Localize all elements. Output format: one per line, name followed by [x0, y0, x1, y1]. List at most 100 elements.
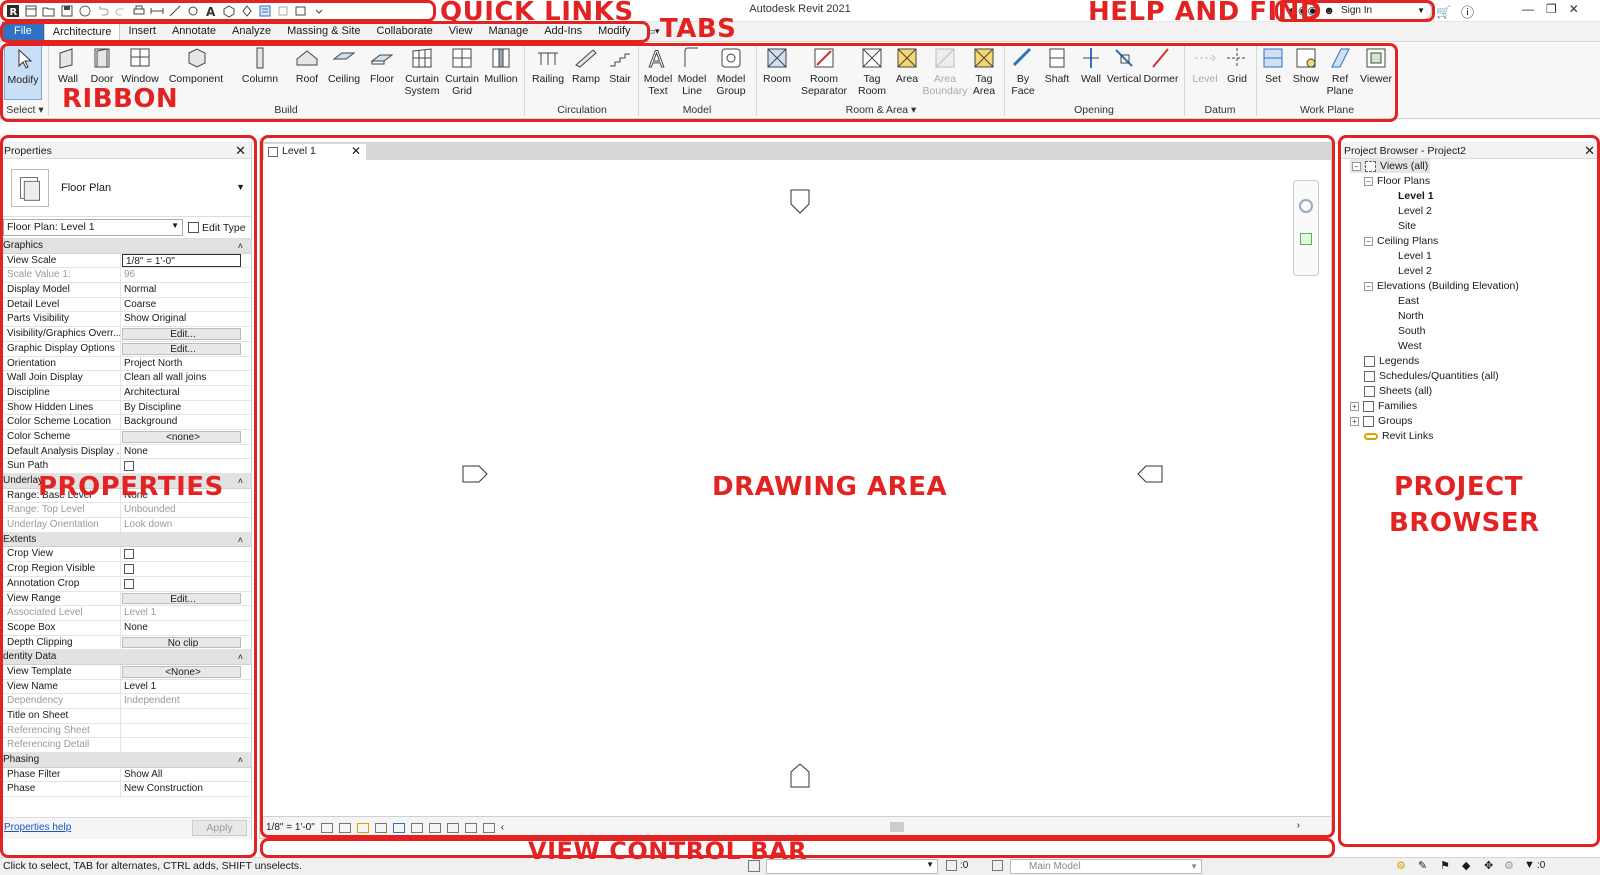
select-pinned-icon[interactable]: ⚑ [1440, 859, 1450, 872]
table-row[interactable]: Show Hidden Lines By Discipline [0, 400, 251, 416]
by-face-button[interactable]: By Face [1008, 45, 1038, 97]
color-scheme-button[interactable]: <none> [122, 430, 241, 443]
tree-elevation-north[interactable]: North [1398, 309, 1424, 323]
stair-button[interactable]: Stair [606, 45, 634, 85]
floor-button[interactable]: Floor [366, 45, 398, 85]
apply-button[interactable]: Apply [192, 820, 247, 836]
shaft-button[interactable]: Shaft [1040, 45, 1074, 85]
table-row[interactable]: Scope Box None [0, 620, 251, 636]
sign-in-label[interactable]: Sign In [1341, 5, 1372, 16]
type-selector[interactable]: Floor Plan ▼ [0, 159, 251, 217]
modify-button[interactable]: Modify [4, 45, 42, 100]
viewer-button[interactable]: Viewer [1356, 45, 1396, 85]
elevation-marker-west[interactable] [462, 465, 488, 483]
close-button[interactable]: ✕ [1569, 2, 1579, 16]
group-extents[interactable]: Extents ˄ [0, 532, 251, 548]
tree-views-all[interactable]: − Views (all) [1350, 159, 1431, 173]
table-row[interactable]: Crop Region Visible [0, 562, 251, 577]
table-row[interactable]: View Range Edit... [0, 591, 251, 607]
column-button[interactable]: Column [238, 45, 282, 85]
tree-sheets[interactable]: Sheets (all) [1364, 384, 1432, 398]
close-icon[interactable]: ✕ [1584, 143, 1595, 159]
area-boundary-button[interactable]: Area Boundary [922, 45, 968, 97]
close-hidden-icon[interactable] [275, 3, 290, 18]
level-button[interactable]: Level [1188, 45, 1222, 85]
elevation-marker-east[interactable] [1137, 465, 1163, 483]
table-row[interactable]: Orientation Project North [0, 356, 251, 372]
component-button[interactable]: Component [166, 45, 226, 85]
edit-button[interactable]: Edit... [122, 328, 241, 340]
minimize-button[interactable]: — [1522, 2, 1534, 16]
tree-families[interactable]: + Families [1350, 399, 1417, 413]
door-button[interactable]: Door [86, 45, 118, 85]
select-by-face-icon[interactable]: ◆ [1462, 859, 1470, 872]
tab-insert[interactable]: Insert [120, 22, 164, 41]
room-separator-button[interactable]: Room Separator [796, 45, 852, 97]
customize-qat-icon[interactable] [311, 3, 326, 18]
3d-view-icon[interactable] [221, 3, 236, 18]
horizontal-scrollbar[interactable]: › [500, 820, 1300, 832]
tree-elevations[interactable]: − Elevations (Building Elevation) [1364, 279, 1519, 293]
table-row[interactable]: Phase Filter Show All [0, 767, 251, 783]
visual-style-icon[interactable] [338, 822, 351, 833]
temporary-hide-icon[interactable] [428, 822, 441, 833]
thin-lines-icon[interactable] [257, 3, 272, 18]
show-crop-region-icon[interactable] [410, 822, 423, 833]
editable-only-icon[interactable] [946, 860, 957, 871]
scroll-thumb[interactable] [890, 822, 904, 832]
tag-room-button[interactable]: Tag Room [852, 45, 892, 97]
view-tab-level-1[interactable]: Level 1 ✕ [264, 144, 366, 160]
area-button[interactable]: Area [890, 45, 924, 85]
tree-elevation-east[interactable]: East [1398, 294, 1419, 308]
zoom-icon[interactable] [1300, 233, 1312, 245]
sun-path-checkbox[interactable] [124, 461, 134, 472]
sync-icon[interactable] [77, 3, 92, 18]
view-template-button[interactable]: <None> [122, 665, 241, 678]
restore-button[interactable]: ❐ [1546, 2, 1557, 16]
redo-icon[interactable] [113, 3, 128, 18]
open-icon[interactable] [41, 3, 56, 18]
worksharing-display-icon[interactable] [464, 822, 477, 833]
tree-ceiling-plan-level-2[interactable]: Level 2 [1398, 264, 1432, 278]
group-graphics[interactable]: Graphics ˄ [0, 239, 251, 254]
model-line-button[interactable]: Model Line [676, 45, 708, 97]
wall-button[interactable]: Wall [52, 45, 84, 85]
table-row[interactable]: Parts Visibility Show Original [0, 312, 251, 328]
tree-floor-plan-level-2[interactable]: Level 2 [1398, 204, 1432, 218]
chevron-down-icon[interactable]: ▼ [236, 182, 245, 192]
table-row[interactable]: View Template <None> [0, 664, 251, 680]
tab-analyze[interactable]: Analyze [224, 22, 279, 41]
ref-plane-button[interactable]: Ref Plane [1324, 45, 1356, 97]
sun-path-icon[interactable] [356, 822, 369, 833]
instance-filter-dropdown[interactable]: Floor Plan: Level 1 ▼ [3, 219, 183, 236]
table-row[interactable]: Graphic Display Options Edit... [0, 341, 251, 357]
edit-button[interactable]: Edit... [122, 342, 241, 355]
edit-type-button[interactable]: Edit Type [188, 222, 246, 234]
tab-annotate[interactable]: Annotate [164, 22, 224, 41]
detail-level-icon[interactable] [320, 822, 333, 833]
model-text-button[interactable]: A Model Text [642, 45, 674, 98]
table-row[interactable]: Title on Sheet [0, 709, 251, 724]
select-underlay-icon[interactable]: ✎ [1418, 859, 1427, 872]
revit-logo-icon[interactable]: R [5, 3, 20, 18]
table-row[interactable]: Annotation Crop [0, 576, 251, 592]
properties-help-link[interactable]: Properties help [4, 822, 71, 833]
table-row[interactable]: Discipline Architectural [0, 385, 251, 401]
railing-button[interactable]: Railing [530, 45, 566, 85]
shadows-icon[interactable] [374, 822, 387, 833]
crop-view-icon[interactable] [392, 822, 405, 833]
undo-icon[interactable] [95, 3, 110, 18]
group-phasing[interactable]: Phasing ˄ [0, 753, 251, 768]
active-model-dropdown[interactable]: Main Model ▼ [1010, 859, 1202, 874]
chevron-down-icon[interactable]: ▼ [1417, 6, 1425, 15]
table-row[interactable]: View Scale 1/8" = 1'-0" [0, 253, 251, 269]
text-icon[interactable]: A [203, 3, 218, 18]
dormer-button[interactable]: Dormer [1142, 45, 1180, 85]
table-row[interactable]: Phase New Construction [0, 782, 251, 798]
section-icon[interactable] [239, 3, 254, 18]
tree-revit-links[interactable]: Revit Links [1364, 429, 1433, 443]
table-row[interactable]: Default Analysis Display ... None [0, 444, 251, 460]
elevation-marker-south[interactable] [790, 763, 810, 788]
tree-legends[interactable]: Legends [1364, 354, 1419, 368]
vertical-button[interactable]: Vertical [1106, 45, 1142, 85]
